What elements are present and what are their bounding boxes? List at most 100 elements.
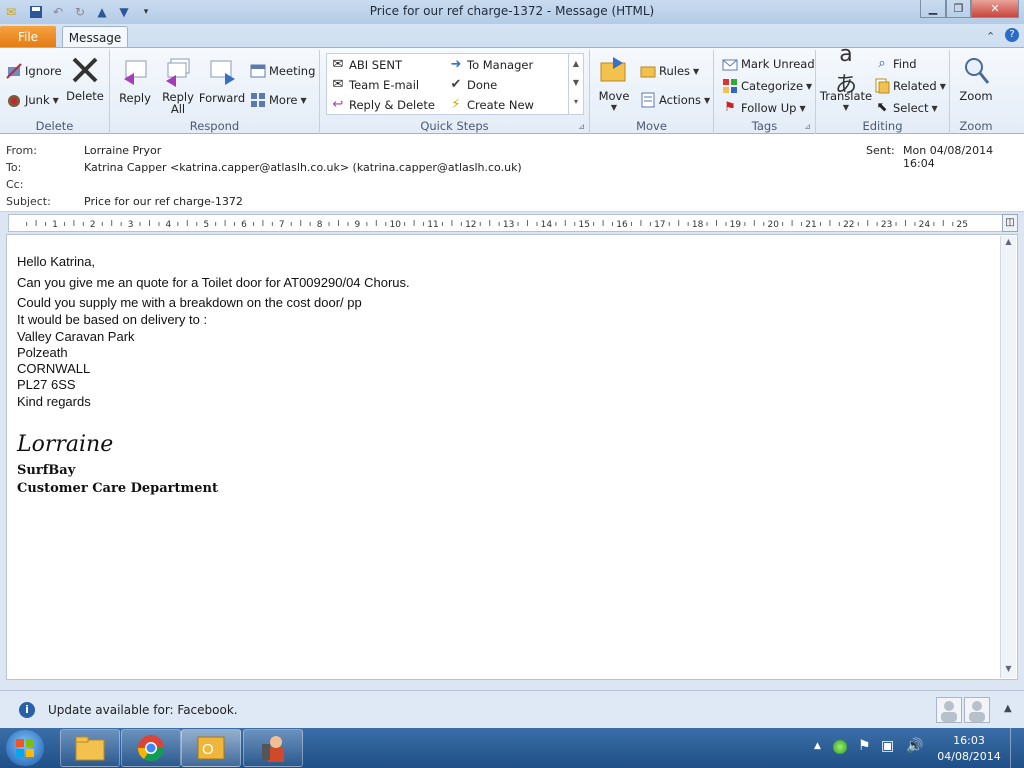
reply-label: Reply — [119, 91, 151, 105]
ruler-tick-label: 17 — [654, 220, 665, 230]
zoom-button[interactable]: Zoom — [956, 54, 996, 103]
magnifier-icon — [960, 54, 992, 86]
translate-icon: aあ — [834, 41, 857, 98]
close-button[interactable]: ✕ — [971, 0, 1019, 18]
network-status-icon[interactable] — [833, 740, 847, 754]
quickstep-label: Done — [467, 78, 498, 92]
move-button[interactable]: Move ▼ — [596, 54, 632, 112]
action-center-flag-icon[interactable]: ⚑ — [858, 738, 871, 754]
ruler-tick-label: 6 — [241, 220, 247, 230]
move-folder-icon — [598, 54, 630, 86]
group-quick-steps: ✉ ABI SENT ➜ To Manager ✉ Team E-mail ✔ Done… — [320, 50, 590, 134]
help-icon[interactable]: ? — [1005, 28, 1019, 42]
quickstep-label: Team E-mail — [349, 78, 420, 92]
subject-label: Subject: — [6, 195, 51, 208]
title-bar: ✉ ↶ ↻ ▲ ▼ ▾ Price for our ref charge-137… — [0, 0, 1024, 24]
to-value[interactable]: Katrina Capper <katrina.capper@atlaslh.c… — [84, 161, 522, 174]
from-value[interactable]: Lorraine Pryor — [84, 144, 161, 157]
dialog-launcher-icon[interactable]: ⊿ — [804, 122, 811, 131]
quickstep-team-email[interactable]: ✉ Team E-mail — [330, 76, 420, 94]
forward-arrow-icon: ➜ — [450, 57, 462, 72]
person-icon[interactable] — [936, 697, 962, 723]
quickstep-create-new[interactable]: ⚡ Create New — [448, 96, 534, 114]
show-hidden-icons[interactable]: ▲ — [814, 741, 821, 751]
meeting-button[interactable]: Meeting — [250, 62, 315, 80]
related-label: Related — [893, 79, 937, 93]
info-icon: i — [19, 702, 35, 718]
group-label-tags: Tags — [751, 119, 778, 133]
network-icon[interactable]: ▣ — [881, 738, 894, 754]
quickstep-label: Create New — [467, 98, 534, 112]
junk-button[interactable]: Junk ▼ — [6, 91, 59, 109]
find-button[interactable]: ⌕ Find — [874, 55, 916, 73]
chrome-icon — [137, 735, 165, 762]
group-tags: Mark Unread Categorize ▼ ⚑ Follow Up ▼ Tag… — [714, 50, 816, 134]
actions-icon — [640, 92, 656, 108]
more-label: More — [269, 93, 298, 107]
collapse-ribbon-icon[interactable]: ⌃ — [986, 30, 995, 43]
scroll-down-icon[interactable]: ▼ — [1002, 664, 1015, 677]
dialog-launcher-icon[interactable]: ⊿ — [578, 122, 585, 131]
reply-button[interactable]: Reply — [116, 56, 154, 105]
ruler-tick-label: 19 — [730, 220, 742, 230]
expand-people-pane-icon[interactable]: ▲ — [1004, 703, 1012, 714]
related-button[interactable]: Related ▼ — [874, 77, 946, 95]
ruler-tick-label: 21 — [805, 220, 816, 230]
more-respond-button[interactable]: More ▼ — [250, 91, 307, 109]
window-title: Price for our ref charge-1372 - Message … — [369, 4, 655, 18]
maximize-button[interactable]: ❐ — [946, 0, 971, 18]
tab-file[interactable]: File — [0, 26, 56, 48]
volume-icon[interactable]: 🔊 — [906, 738, 923, 754]
cc-label: Cc: — [6, 178, 24, 191]
more-icon — [250, 92, 266, 108]
rules-button[interactable]: Rules ▼ — [640, 62, 699, 80]
clock[interactable]: 16:03 04/08/2014 — [936, 733, 1002, 765]
tab-message[interactable]: Message — [62, 26, 128, 48]
junk-label: Junk — [25, 93, 50, 107]
quickstep-label: Reply & Delete — [349, 98, 435, 112]
show-desktop-button[interactable] — [1010, 728, 1024, 768]
move-label: Move — [598, 89, 630, 103]
reply-all-icon — [162, 56, 194, 88]
reply-all-button[interactable]: Reply All — [158, 56, 198, 115]
delete-label: Delete — [66, 89, 104, 103]
group-label-zoom: Zoom — [959, 119, 993, 133]
quickstep-label: To Manager — [467, 58, 534, 72]
group-label-editing: Editing — [862, 119, 903, 133]
update-notice[interactable]: Update available for: Facebook. — [48, 703, 238, 717]
person-icon[interactable] — [964, 697, 990, 723]
mark-unread-icon — [722, 56, 738, 72]
ruler-tick-label: 16 — [616, 220, 628, 230]
translate-button[interactable]: aあ Translate ▼ — [820, 41, 872, 113]
taskbar-outlook[interactable]: O — [181, 729, 241, 767]
taskbar-explorer[interactable] — [60, 729, 120, 767]
start-button[interactable] — [6, 730, 44, 766]
minimize-button[interactable]: ▁ — [920, 0, 946, 18]
taskbar: O ▲ ⚑ ▣ 🔊 16:03 04/08/2014 — [0, 728, 1024, 768]
select-button[interactable]: ⬉ Select ▼ — [874, 99, 938, 117]
actions-button[interactable]: Actions ▼ — [640, 91, 710, 109]
taskbar-app[interactable] — [243, 729, 303, 767]
quickstep-reply-delete[interactable]: ↩ Reply & Delete — [330, 96, 435, 114]
view-ruler-icon[interactable]: ◫ — [1002, 214, 1018, 232]
ignore-icon — [6, 63, 22, 79]
mark-unread-button[interactable]: Mark Unread — [722, 55, 815, 73]
quickstep-abi-sent[interactable]: ✉ ABI SENT — [330, 56, 402, 74]
quick-steps-scroll[interactable]: ▲ ▼ ▾ — [568, 54, 583, 114]
quickstep-to-manager[interactable]: ➜ To Manager — [448, 56, 534, 74]
forward-button[interactable]: Forward — [199, 56, 245, 105]
reply-icon — [119, 56, 151, 88]
body-line: It would be based on delivery to : — [17, 312, 208, 327]
categorize-button[interactable]: Categorize ▼ — [722, 77, 812, 95]
mark-unread-label: Mark Unread — [741, 57, 815, 71]
taskbar-chrome[interactable] — [121, 729, 181, 767]
rules-label: Rules — [659, 64, 691, 78]
delete-button[interactable]: Delete — [66, 54, 104, 103]
quickstep-done[interactable]: ✔ Done — [448, 76, 498, 94]
follow-up-button[interactable]: ⚑ Follow Up ▼ — [722, 99, 805, 117]
user-phone-icon — [262, 736, 284, 762]
ignore-button[interactable]: Ignore — [6, 62, 62, 80]
ruler-tick-label: 10 — [389, 220, 401, 230]
scroll-up-icon[interactable]: ▲ — [1002, 237, 1015, 250]
vertical-scrollbar[interactable]: ▲ ▼ — [1000, 236, 1016, 678]
